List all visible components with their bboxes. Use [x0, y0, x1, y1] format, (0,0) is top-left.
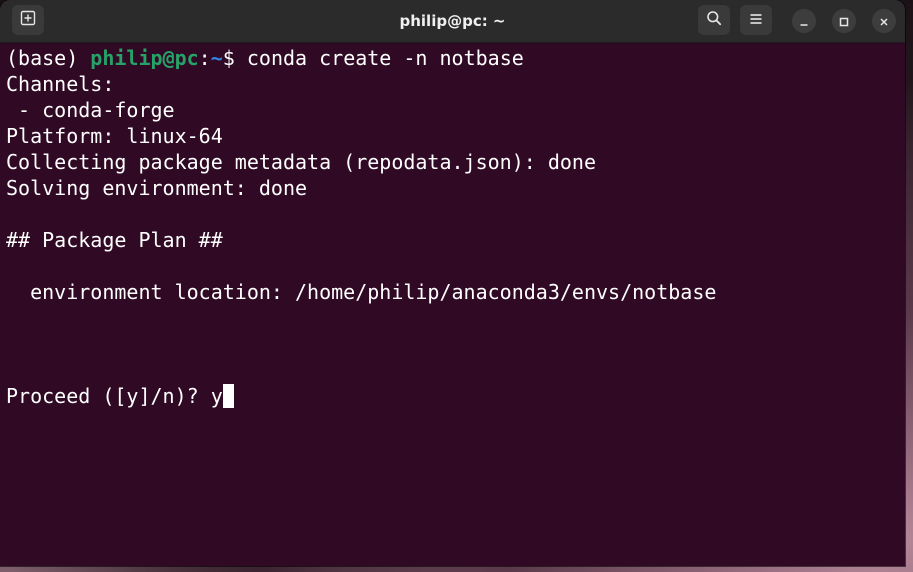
- menu-button[interactable]: [740, 5, 772, 35]
- close-button[interactable]: [872, 9, 896, 33]
- confirm-prompt-text: Proceed ([y]/n)?: [6, 384, 211, 408]
- output-line: environment location: /home/philip/anaco…: [6, 280, 717, 304]
- hamburger-menu-icon: [749, 11, 763, 30]
- typed-input: y: [210, 384, 223, 408]
- terminal-window: philip@pc: ~ (base) philip@pc:~$ conda c…: [0, 0, 905, 566]
- output-line: - conda-forge: [6, 98, 175, 122]
- output-line: ## Package Plan ##: [6, 228, 223, 252]
- confirm-prompt-line: Proceed ([y]/n)? y: [6, 383, 234, 409]
- prompt-colon: :: [198, 46, 211, 70]
- output-line: Solving environment: done: [6, 176, 308, 200]
- text-cursor: [222, 384, 234, 408]
- maximize-button[interactable]: [832, 9, 856, 33]
- prompt-line: (base) philip@pc:~$ conda create -n notb…: [6, 45, 524, 71]
- output-line: Platform: linux-64: [6, 124, 223, 148]
- output-line: Collecting package metadata (repodata.js…: [6, 150, 597, 174]
- prompt-symbol: $: [222, 46, 247, 70]
- title-bar: philip@pc: ~: [0, 0, 905, 43]
- user-host: philip@pc: [90, 46, 199, 70]
- maximize-icon: [839, 12, 849, 31]
- conda-env-label: (base): [6, 46, 91, 70]
- output-line: Channels:: [6, 72, 115, 96]
- close-icon: [879, 12, 889, 31]
- search-button[interactable]: [698, 5, 730, 35]
- search-icon: [706, 10, 722, 30]
- minimize-button[interactable]: [792, 9, 816, 33]
- command-text: conda create -n notbase: [246, 46, 524, 70]
- minimize-icon: [799, 12, 809, 31]
- terminal-output-area[interactable]: (base) philip@pc:~$ conda create -n notb…: [0, 43, 905, 566]
- current-path: ~: [210, 46, 223, 70]
